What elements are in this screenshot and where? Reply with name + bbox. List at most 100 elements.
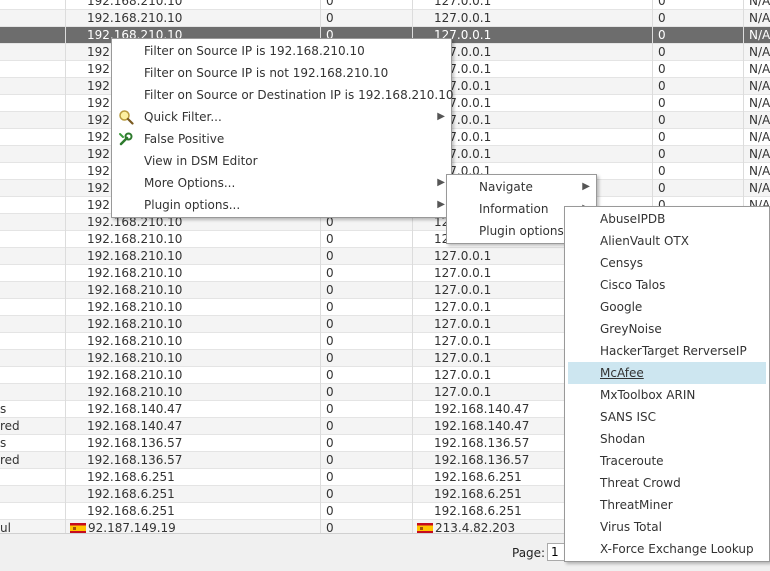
- cell-text: s: [0, 436, 7, 450]
- menu-item[interactable]: More Options... ▶: [112, 172, 451, 194]
- cell-text: 0: [326, 317, 334, 331]
- table-cell: [0, 180, 66, 197]
- cell-text: 192.168.210.10: [87, 317, 183, 331]
- cell-text: N/A: [749, 0, 770, 8]
- table-cell: red: [0, 452, 66, 469]
- table-cell: s: [0, 435, 66, 452]
- cell-text: 0: [658, 164, 666, 178]
- plugin-item[interactable]: Censys: [568, 252, 766, 274]
- cell-text: 0: [658, 28, 666, 42]
- menu-item[interactable]: False Positive: [112, 128, 451, 150]
- menu-item-label: McAfee: [600, 366, 644, 380]
- cell-text: 192.168.210.10: [87, 334, 183, 348]
- table-cell: [0, 95, 66, 112]
- table-cell: N/A: [744, 27, 770, 44]
- plugin-item[interactable]: Cisco Talos: [568, 274, 766, 296]
- table-cell: [0, 78, 66, 95]
- table-cell: N/A: [744, 180, 770, 197]
- table-cell: 0: [653, 10, 744, 27]
- cell-text: 0: [326, 470, 334, 484]
- table-cell: N/A: [744, 10, 770, 27]
- menu-item[interactable]: Filter on Source IP is not 192.168.210.1…: [112, 62, 451, 84]
- menu-item[interactable]: Filter on Source or Destination IP is 19…: [112, 84, 454, 106]
- cell-text: 192.168.210.10: [87, 266, 183, 280]
- plugin-item[interactable]: GreyNoise: [568, 318, 766, 340]
- menu-item-label: Filter on Source IP is 192.168.210.10: [144, 44, 365, 58]
- plugin-item[interactable]: SANS ISC: [568, 406, 766, 428]
- menu-item-label: GreyNoise: [600, 322, 662, 336]
- plugin-item[interactable]: Virus Total: [568, 516, 766, 538]
- menu-item-label: More Options...: [144, 176, 236, 190]
- table-cell: 0: [653, 112, 744, 129]
- table-cell: [0, 61, 66, 78]
- table-cell: [0, 197, 66, 214]
- table-cell: 0: [321, 452, 413, 469]
- plugin-item[interactable]: AlienVault OTX: [568, 230, 766, 252]
- plugin-item[interactable]: Traceroute: [568, 450, 766, 472]
- cell-text: 0: [658, 45, 666, 59]
- plugin-item[interactable]: HackerTarget RerverseIP: [568, 340, 766, 362]
- table-cell: 192.168.136.57: [66, 452, 321, 469]
- table-cell: 0: [321, 401, 413, 418]
- cell-text: 192.168.210.10: [87, 11, 183, 25]
- plugin-item[interactable]: AbuseIPDB: [568, 208, 766, 230]
- submenu-arrow-icon: ▶: [582, 181, 590, 192]
- table-cell: 0: [321, 435, 413, 452]
- menu-item-label: Plugin options...: [144, 198, 241, 212]
- menu-item[interactable]: View in DSM Editor: [112, 150, 451, 172]
- table-cell: 0: [653, 61, 744, 78]
- plugin-item[interactable]: MxToolbox ARIN: [568, 384, 766, 406]
- table-cell: 0: [321, 10, 413, 27]
- menu-item-label: View in DSM Editor: [144, 154, 258, 168]
- cell-text: 0: [326, 232, 334, 246]
- cell-text: 0: [658, 113, 666, 127]
- table-cell: N/A: [744, 44, 770, 61]
- table-cell: [0, 384, 66, 401]
- plugin-options-submenu: AbuseIPDB AlienVault OTX Censys Cisco Talos…: [564, 206, 770, 562]
- cell-text: 0: [658, 62, 666, 76]
- menu-item[interactable]: Quick Filter... ▶: [112, 106, 451, 128]
- menu-item[interactable]: Plugin options... ▶: [112, 194, 451, 216]
- table-cell: 0: [653, 129, 744, 146]
- cell-text: 127.0.0.1: [434, 283, 492, 297]
- table-cell: 0: [321, 282, 413, 299]
- cell-text: 0: [658, 130, 666, 144]
- context-menu: Filter on Source IP is 192.168.210.10 Fil…: [111, 38, 454, 218]
- plugin-item[interactable]: X-Force Exchange Lookup: [568, 538, 766, 560]
- plugin-item[interactable]: Threat Crowd: [568, 472, 766, 494]
- table-cell: 0: [321, 333, 413, 350]
- table-cell: 0: [653, 163, 744, 180]
- page-label: Page:: [512, 546, 546, 560]
- table-cell: 0: [321, 231, 413, 248]
- table-cell: s: [0, 401, 66, 418]
- table-cell: 192.168.6.251: [66, 503, 321, 520]
- cell-text: 192.168.140.47: [87, 402, 183, 416]
- table-cell: N/A: [744, 78, 770, 95]
- cell-text: 192.168.140.47: [434, 402, 530, 416]
- cell-text: 127.0.0.1: [434, 0, 492, 8]
- cell-text: 192.168.210.10: [87, 249, 183, 263]
- table-cell: 192.168.210.10: [66, 265, 321, 282]
- cell-text: N/A: [749, 181, 770, 195]
- table-cell: N/A: [744, 61, 770, 78]
- table-cell: 0: [653, 180, 744, 197]
- table-cell: 0: [321, 265, 413, 282]
- plugin-item[interactable]: McAfee: [568, 362, 766, 384]
- cell-text: 192.168.136.57: [434, 436, 530, 450]
- cell-text: 192.168.136.57: [87, 436, 183, 450]
- plugin-item[interactable]: Google: [568, 296, 766, 318]
- cell-text: 192.168.210.10: [87, 232, 183, 246]
- table-cell: N/A: [744, 146, 770, 163]
- table-cell: [0, 503, 66, 520]
- plugin-item[interactable]: ThreatMiner: [568, 494, 766, 516]
- submenu-item[interactable]: Navigate ▶: [447, 176, 596, 198]
- menu-item-label: Google: [600, 300, 643, 314]
- plugin-item[interactable]: Shodan: [568, 428, 766, 450]
- menu-item[interactable]: Filter on Source IP is 192.168.210.10: [112, 40, 451, 62]
- cell-text: 0: [658, 79, 666, 93]
- cell-text: 127.0.0.1: [434, 368, 492, 382]
- cell-text: 192.168.210.10: [87, 0, 183, 8]
- table-row[interactable]: 192.168.210.10 0 127.0.0.1 0 N/A: [0, 10, 770, 27]
- table-row[interactable]: 192.168.210.10 0 127.0.0.1 0 N/A: [0, 0, 770, 10]
- cell-text: s: [0, 402, 7, 416]
